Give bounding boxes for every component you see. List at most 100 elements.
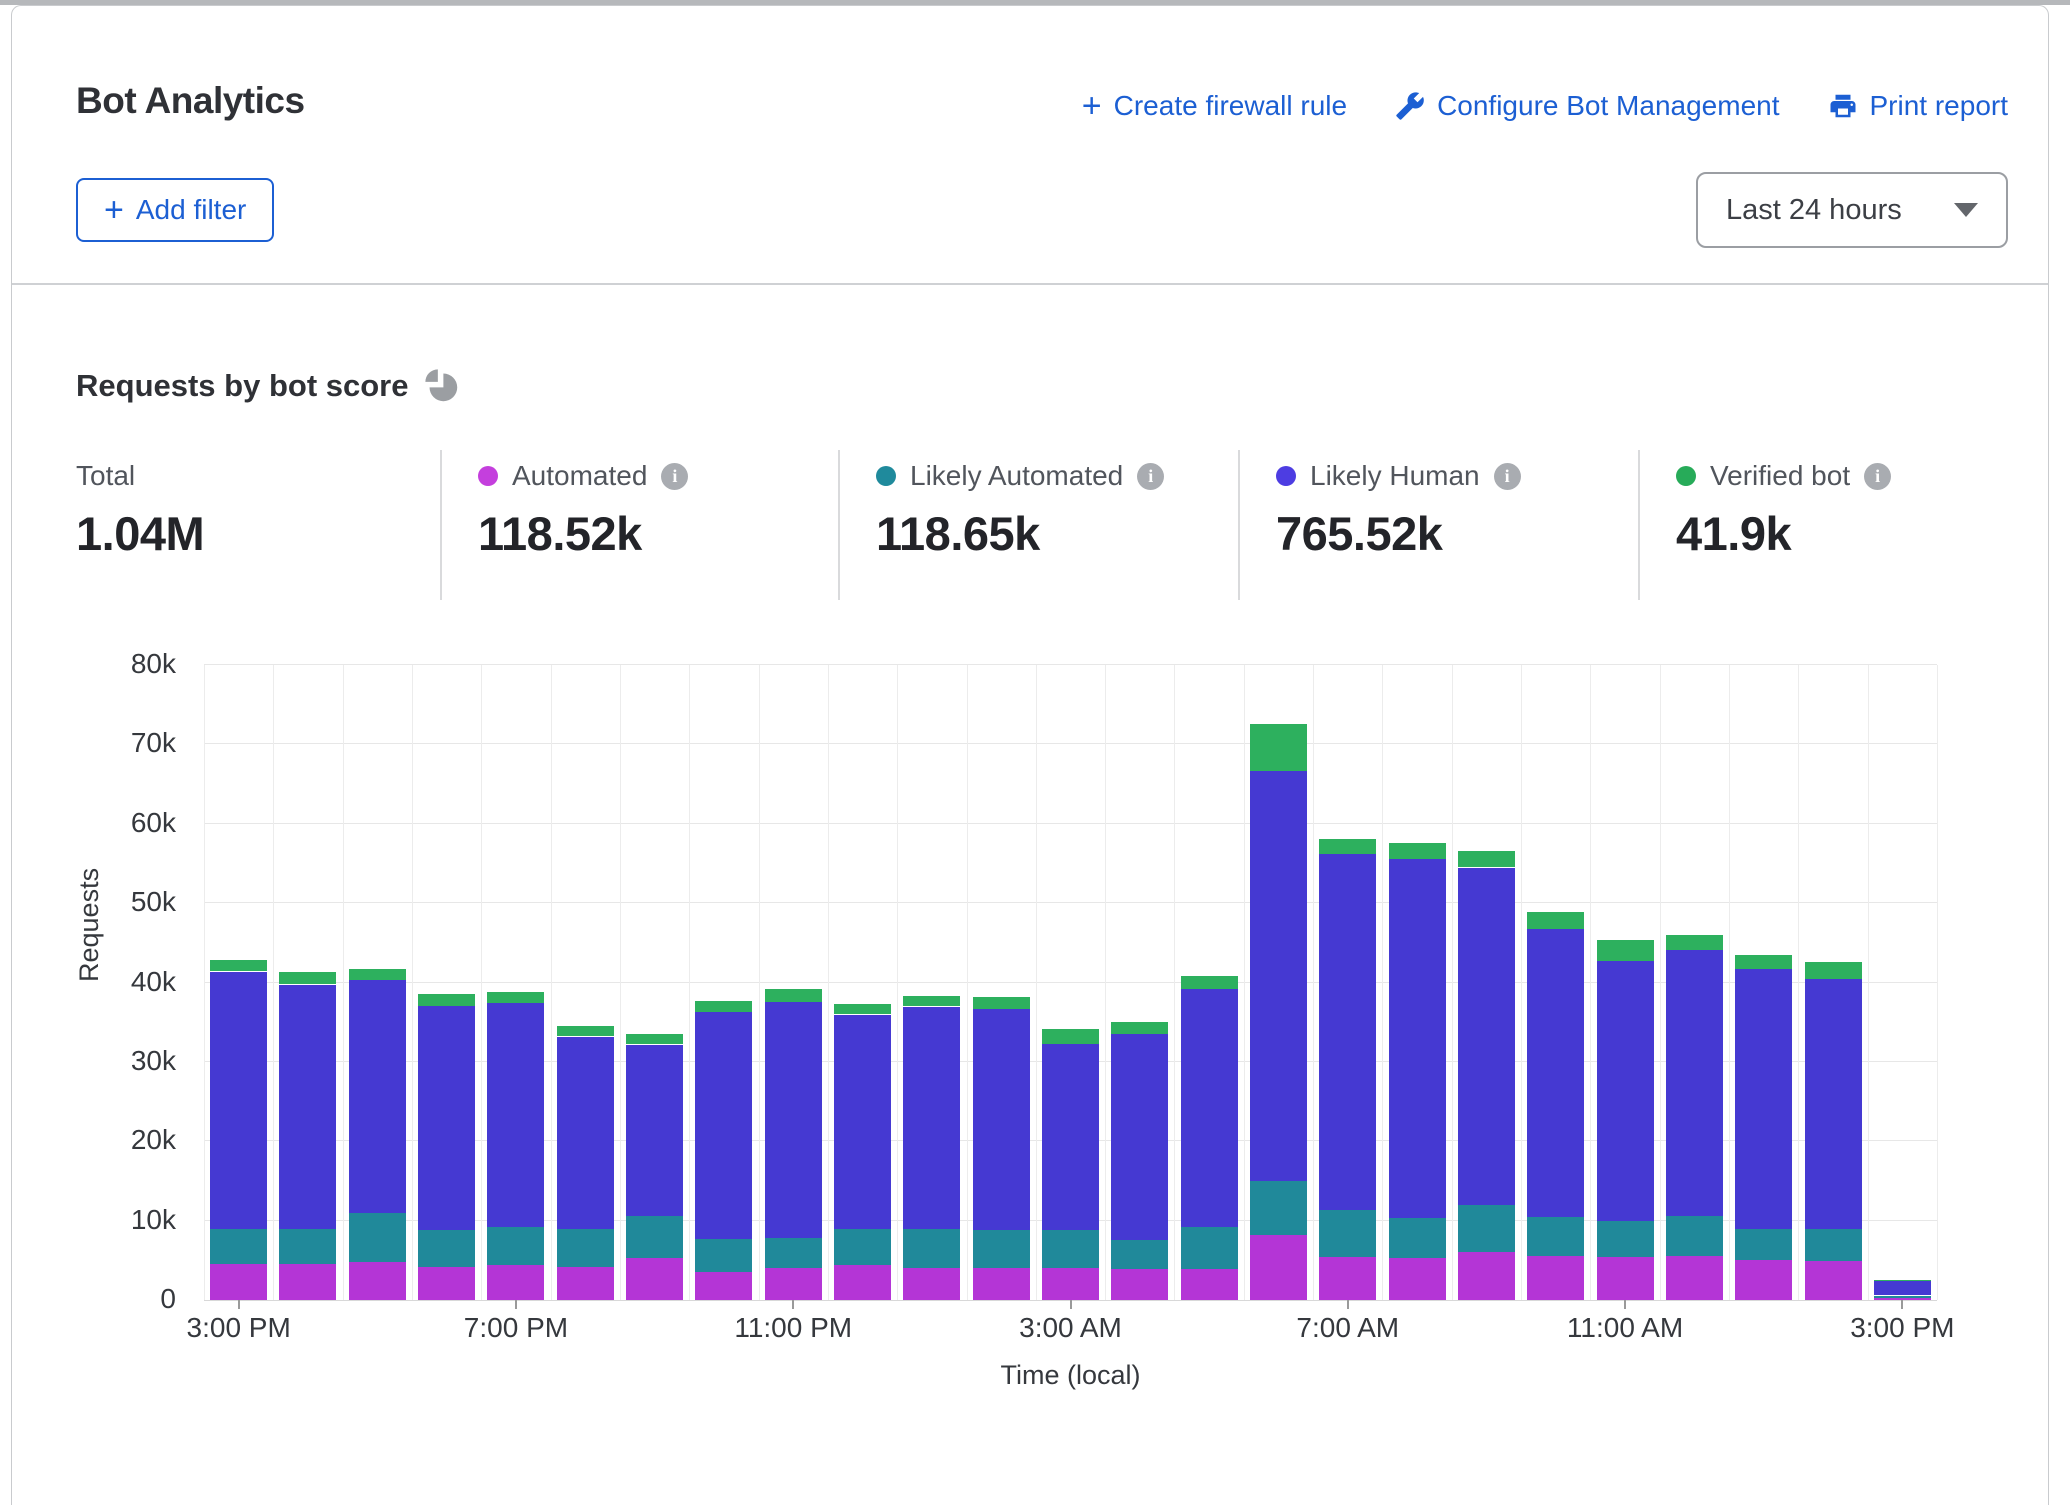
bar-segment[interactable] [1805,1229,1862,1261]
bar-segment[interactable] [1458,851,1515,867]
bar-segment[interactable] [1181,976,1238,989]
bar-segment[interactable] [765,1268,822,1300]
bar-segment[interactable] [1181,1269,1238,1300]
bar-segment[interactable] [557,1026,614,1036]
bar-segment[interactable] [349,1213,406,1262]
bar-segment[interactable] [487,1003,544,1227]
bar-segment[interactable] [695,1272,752,1300]
bar-segment[interactable] [1111,1034,1168,1240]
bar-segment[interactable] [1735,1228,1792,1260]
bar-segment[interactable] [1111,1240,1168,1269]
bar-segment[interactable] [1042,1230,1099,1268]
bar-segment[interactable] [1111,1269,1168,1300]
bar-segment[interactable] [1042,1044,1099,1230]
bar-segment[interactable] [626,1034,683,1044]
bar-segment[interactable] [1597,1257,1654,1300]
bar-segment[interactable] [1042,1029,1099,1044]
bar-segment[interactable] [1735,969,1792,1229]
bar-segment[interactable] [210,1228,267,1264]
bar-segment[interactable] [418,994,475,1006]
bar-segment[interactable] [1319,839,1376,854]
bar-segment[interactable] [1250,724,1307,771]
bar-segment[interactable] [1527,1256,1584,1300]
bar-segment[interactable] [1181,1227,1238,1269]
bar-segment[interactable] [210,1264,267,1300]
bar-segment[interactable] [1527,912,1584,929]
create-firewall-rule-link[interactable]: + Create firewall rule [1082,90,1347,122]
bar-segment[interactable] [1597,1220,1654,1257]
bar-segment[interactable] [973,997,1030,1009]
info-icon[interactable]: i [1494,463,1521,490]
bar-segment[interactable] [973,1009,1030,1230]
bar-segment[interactable] [1250,1235,1307,1300]
bar-segment[interactable] [1874,1281,1931,1295]
bar-segment[interactable] [903,1007,960,1229]
bar-segment[interactable] [765,1238,822,1268]
info-icon[interactable]: i [1864,463,1891,490]
bar-segment[interactable] [279,1264,336,1300]
bar-segment[interactable] [1666,950,1723,1216]
bar-segment[interactable] [903,1268,960,1300]
bar-segment[interactable] [765,1001,822,1238]
bar-segment[interactable] [1389,858,1446,1218]
bar-segment[interactable] [279,1228,336,1264]
bar-segment[interactable] [279,972,336,984]
bar-segment[interactable] [1458,1205,1515,1252]
bar-segment[interactable] [349,980,406,1213]
bar-segment[interactable] [973,1268,1030,1300]
bar-segment[interactable] [1527,928,1584,1217]
bar-segment[interactable] [1666,935,1723,950]
bar-segment[interactable] [487,1265,544,1300]
bar-segment[interactable] [1319,1257,1376,1300]
bar-segment[interactable] [487,992,544,1003]
bar-segment[interactable] [1458,1252,1515,1300]
bar-segment[interactable] [695,1001,752,1012]
bar-segment[interactable] [1805,979,1862,1229]
bar-segment[interactable] [1458,868,1515,1205]
bar-segment[interactable] [557,1267,614,1300]
bar-segment[interactable] [1735,1260,1792,1300]
bar-segment[interactable] [903,996,960,1006]
bar-segment[interactable] [695,1239,752,1272]
bar-segment[interactable] [1666,1216,1723,1256]
bar-segment[interactable] [1597,961,1654,1221]
bar-segment[interactable] [349,969,406,980]
bar-segment[interactable] [1805,962,1862,979]
bar-segment[interactable] [557,1037,614,1229]
bar-segment[interactable] [626,1045,683,1216]
bar-segment[interactable] [834,1228,891,1265]
bar-segment[interactable] [626,1258,683,1300]
bar-segment[interactable] [1666,1256,1723,1300]
configure-bot-management-link[interactable]: Configure Bot Management [1395,90,1779,122]
bar-segment[interactable] [1389,1218,1446,1258]
bar-segment[interactable] [1527,1217,1584,1256]
bar-segment[interactable] [1389,843,1446,859]
bar-segment[interactable] [1319,854,1376,1210]
bar-segment[interactable] [834,1015,891,1229]
bar-segment[interactable] [210,960,267,971]
bar-segment[interactable] [1874,1296,1931,1298]
info-icon[interactable]: i [1137,463,1164,490]
bar-segment[interactable] [418,1230,475,1267]
bar-segment[interactable] [1250,771,1307,1181]
bar-segment[interactable] [695,1012,752,1239]
bar-segment[interactable] [765,989,822,1002]
bar-segment[interactable] [1597,940,1654,961]
bar-segment[interactable] [1250,1181,1307,1235]
time-range-select[interactable]: Last 24 hours [1696,172,2008,248]
info-icon[interactable]: i [661,463,688,490]
bar-segment[interactable] [834,1265,891,1300]
bar-segment[interactable] [279,985,336,1229]
bar-segment[interactable] [973,1230,1030,1268]
bar-segment[interactable] [1319,1210,1376,1257]
bar-segment[interactable] [557,1228,614,1267]
bar-segment[interactable] [1042,1268,1099,1300]
bar-segment[interactable] [1181,989,1238,1227]
bar-segment[interactable] [1735,955,1792,969]
add-filter-button[interactable]: + Add filter [76,178,274,242]
bar-segment[interactable] [418,1267,475,1300]
bar-segment[interactable] [1111,1022,1168,1034]
bar-segment[interactable] [349,1262,406,1300]
print-report-link[interactable]: Print report [1828,90,2009,122]
bar-segment[interactable] [1805,1261,1862,1300]
